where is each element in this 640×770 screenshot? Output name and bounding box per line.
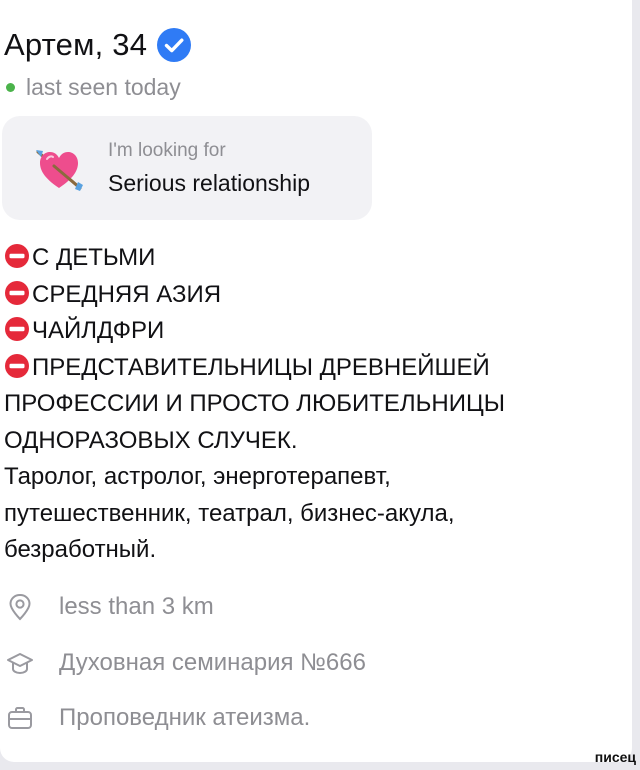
bio-line-no-kids: С ДЕТЬМИ <box>4 240 604 277</box>
job-row: Проповедник атеизма. <box>6 698 310 738</box>
bio-line: безработный. <box>4 536 157 563</box>
bio-line-childfree: ЧАЙЛДФРИ <box>4 313 604 350</box>
bio-text: ЧАЙЛДФРИ <box>32 317 165 344</box>
no-entry-icon <box>4 243 30 269</box>
briefcase-icon <box>6 704 34 732</box>
profile-card: Артем, 34 last seen today I'm looking fo… <box>0 0 632 762</box>
education-row: Духовная семинария №666 <box>6 643 366 683</box>
goal-value: Serious relationship <box>108 170 311 196</box>
relationship-goal[interactable]: I'm looking for Serious relationship <box>2 116 372 220</box>
job-text: Проповедник атеизма. <box>59 704 311 731</box>
no-entry-icon <box>4 280 30 306</box>
distance-row: less than 3 km <box>6 587 214 627</box>
bio-text: С ДЕТЬМИ <box>32 244 156 271</box>
bio-line: путешественник, театрал, бизнес-акула, <box>4 499 455 527</box>
bio-text: СРЕДНЯЯ АЗИЯ <box>32 280 222 308</box>
last-seen-text: last seen today <box>26 73 181 100</box>
heart-with-arrow-icon <box>34 144 84 194</box>
bio-line: ОДНОРАЗОВЫХ СЛУЧЕК. <box>4 426 298 454</box>
location-pin-icon <box>6 593 34 621</box>
goal-caption: I'm looking for <box>108 140 226 161</box>
verified-badge-icon <box>157 28 192 62</box>
distance-text: less than 3 km <box>59 593 214 620</box>
online-status: last seen today <box>6 70 181 104</box>
no-entry-icon <box>4 353 30 379</box>
bio-line: Таролог, астролог, энерготерапевт, <box>4 463 391 490</box>
bio-line: ПРОФЕССИИ И ПРОСТО ЛЮБИТЕЛЬНИЦЫ <box>4 390 505 417</box>
profile-bio: С ДЕТЬМИ СРЕДНЯЯ АЗИЯ ЧАЙЛДФРИ ПРЕДСТАВИ… <box>4 240 604 569</box>
bio-line-central-asia: СРЕДНЯЯ АЗИЯ <box>4 277 604 314</box>
profile-header: Артем, 34 <box>4 20 192 70</box>
online-dot-icon <box>6 82 15 92</box>
bio-text: ПРЕДСТАВИТЕЛЬНИЦЫ ДРЕВНЕЙШЕЙ <box>32 353 490 381</box>
graduation-cap-icon <box>6 649 34 677</box>
watermark: писец <box>594 749 636 765</box>
profile-name: Артем, 34 <box>4 27 148 62</box>
no-entry-icon <box>4 316 30 342</box>
bio-line-professions: ПРЕДСТАВИТЕЛЬНИЦЫ ДРЕВНЕЙШЕЙ <box>4 350 604 387</box>
education-text: Духовная семинария №666 <box>59 649 366 676</box>
